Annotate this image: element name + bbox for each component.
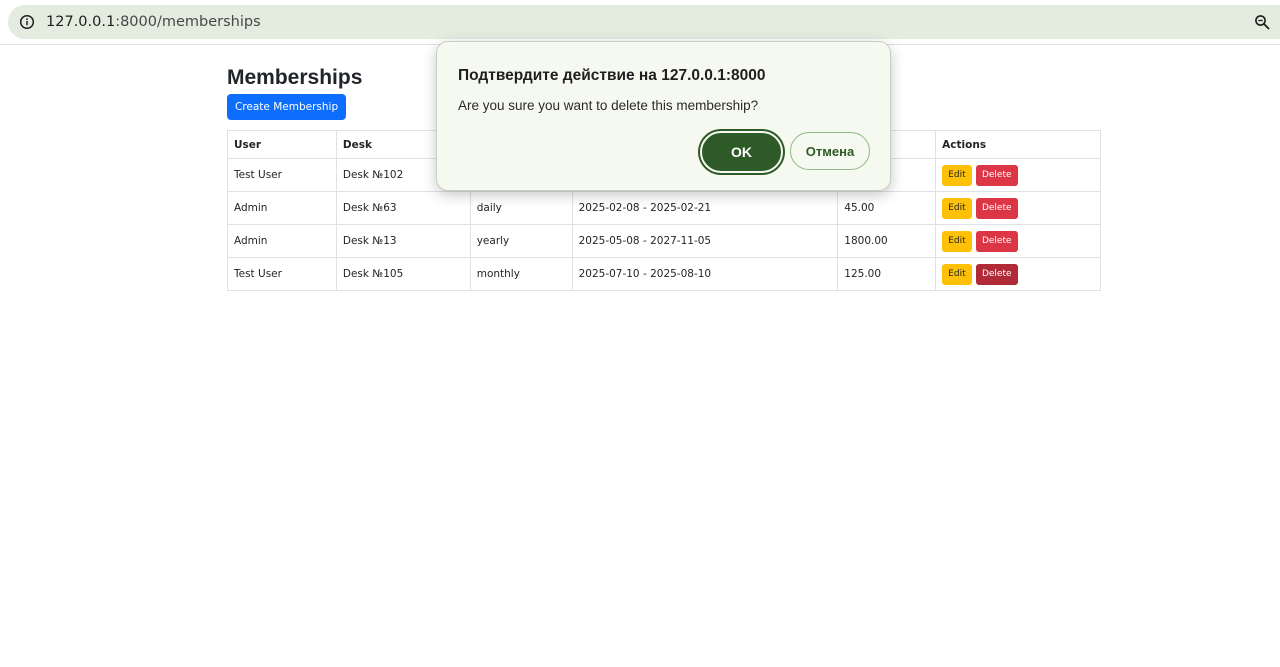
dialog-title: Подтвердите действие на 127.0.0.1:8000 — [458, 67, 766, 84]
url-text[interactable]: 127.0.0.1:8000/memberships — [46, 13, 261, 31]
cell-user: Test User — [227, 158, 337, 192]
cell-desk: Desk №13 — [335, 224, 471, 258]
edit-button[interactable]: Edit — [942, 263, 972, 285]
table-row: Admin Desk №63 daily 2025-02-08 - 2025-0… — [227, 191, 1101, 225]
table-row: Admin Desk №13 yearly 2025-05-08 - 2027-… — [227, 224, 1101, 258]
edit-button[interactable]: Edit — [942, 230, 972, 252]
cell-desk: Desk №105 — [335, 257, 471, 291]
cell-period: 2025-07-10 - 2025-08-10 — [571, 257, 839, 291]
info-icon[interactable] — [19, 14, 35, 30]
dialog-message: Are you sure you want to delete this mem… — [458, 98, 759, 113]
page-title: Memberships — [227, 66, 363, 89]
edit-button[interactable]: Edit — [942, 197, 972, 219]
cell-user: Admin — [227, 191, 337, 225]
header-actions: Actions — [935, 130, 1101, 159]
zoom-icon[interactable] — [1254, 14, 1270, 30]
cell-actions: Edit Delete — [935, 224, 1101, 258]
delete-button[interactable]: Delete — [975, 197, 1018, 219]
cell-price: 1800.00 — [837, 224, 937, 258]
cell-period: 2025-05-08 - 2027-11-05 — [571, 224, 839, 258]
ok-button[interactable]: OK — [700, 131, 783, 173]
url-host: 127.0.0.1 — [46, 14, 116, 30]
cell-user: Admin — [227, 224, 337, 258]
table-row: Test User Desk №105 monthly 2025-07-10 -… — [227, 257, 1101, 291]
delete-button[interactable]: Delete — [975, 263, 1018, 285]
cell-price: 125.00 — [837, 257, 937, 291]
cell-price: 45.00 — [837, 191, 937, 225]
header-user: User — [227, 130, 337, 159]
cell-user: Test User — [227, 257, 337, 291]
confirm-dialog: Подтвердите действие на 127.0.0.1:8000 A… — [436, 41, 891, 191]
address-bar[interactable]: 127.0.0.1:8000/memberships — [8, 5, 1280, 39]
cell-desk: Desk №63 — [335, 191, 471, 225]
edit-button[interactable]: Edit — [942, 164, 972, 186]
browser-toolbar: 127.0.0.1:8000/memberships — [0, 0, 1280, 45]
cell-type: yearly — [469, 224, 573, 258]
delete-button[interactable]: Delete — [975, 164, 1018, 186]
cell-period: 2025-02-08 - 2025-02-21 — [571, 191, 839, 225]
cell-actions: Edit Delete — [935, 257, 1101, 291]
cell-type: daily — [469, 191, 573, 225]
cell-actions: Edit Delete — [935, 158, 1101, 192]
url-path: :8000/memberships — [115, 14, 261, 30]
delete-button[interactable]: Delete — [975, 230, 1018, 252]
cell-actions: Edit Delete — [935, 191, 1101, 225]
cancel-button[interactable]: Отмена — [790, 132, 870, 170]
create-membership-button[interactable]: Create Membership — [227, 94, 347, 120]
cell-type: monthly — [469, 257, 573, 291]
